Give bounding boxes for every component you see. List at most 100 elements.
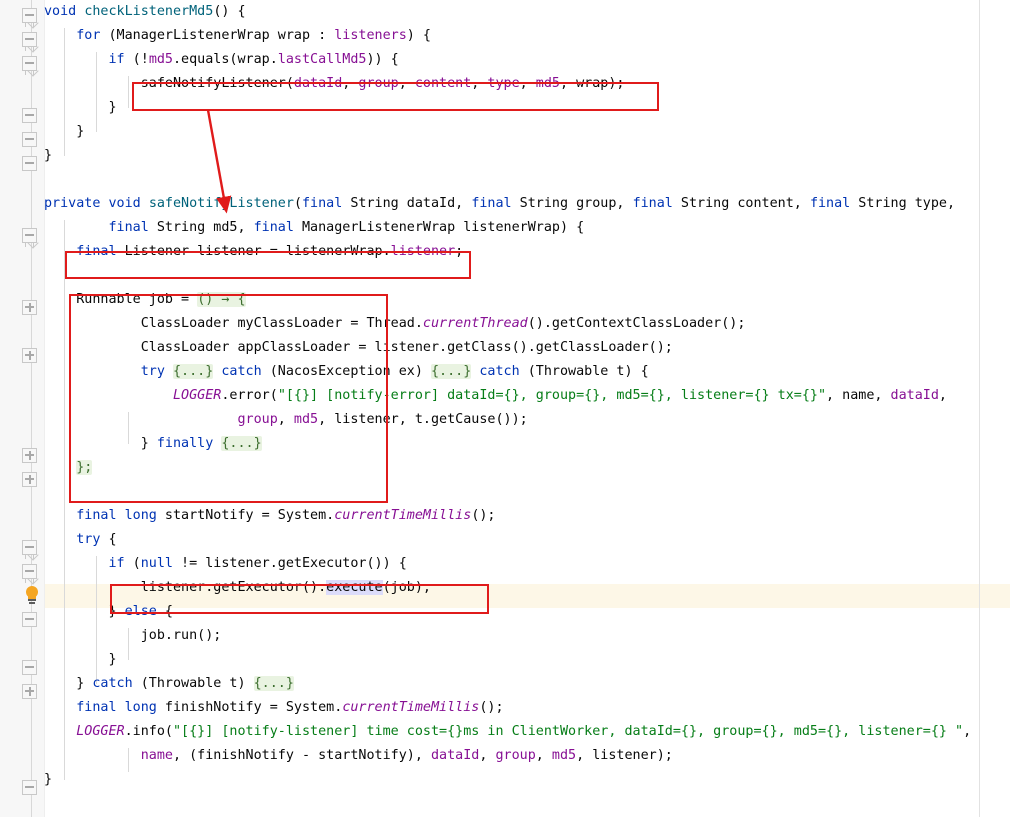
code-line-text: name, (finishNotify - startNotify), data… (140, 748, 673, 763)
code-line[interactable]: LOGGER.info("[{}] [notify-listener] time… (44, 720, 1010, 744)
code-line-text: Runnable job = () → { (44, 292, 246, 307)
fold-collapse-icon[interactable] (22, 612, 41, 631)
fold-region-tip (25, 70, 34, 75)
code-line[interactable]: if (null != listener.getExecutor()) { (44, 552, 1010, 576)
code-line-text: final String md5, final ManagerListenerW… (108, 220, 585, 235)
bulb-base-upper (28, 599, 36, 601)
code-line-text: ClassLoader appClassLoader = listener.ge… (44, 340, 673, 355)
fold-plus-bar (28, 350, 31, 360)
fold-expand-icon[interactable] (22, 348, 41, 367)
fold-collapse-icon[interactable] (22, 56, 41, 75)
fold-collapse-icon[interactable] (22, 32, 41, 51)
fold-plus-bar (28, 302, 31, 312)
fold-collapse-icon[interactable] (22, 132, 41, 151)
code-line-text: } (44, 124, 85, 139)
editor-gutter[interactable] (0, 0, 45, 817)
fold-plus-bar (28, 450, 31, 460)
code-line[interactable]: } catch (Throwable t) {...} (44, 672, 1010, 696)
code-line[interactable]: safeNotifyListener(dataId, group, conten… (44, 72, 1010, 96)
code-line-text: final long startNotify = System.currentT… (76, 508, 496, 523)
fold-plus-bar (28, 686, 31, 696)
fold-expand-icon[interactable] (22, 472, 41, 491)
code-line[interactable]: } else { (44, 600, 1010, 624)
fold-region-tip (25, 22, 34, 27)
fold-plus-bar (28, 474, 31, 484)
code-line[interactable]: final String md5, final ManagerListenerW… (44, 216, 1010, 240)
code-line[interactable]: for (ManagerListenerWrap wrap : listener… (44, 24, 1010, 48)
code-line-text: safeNotifyListener(dataId, group, conten… (44, 76, 625, 91)
code-line-text: final Listener listener = listenerWrap.l… (76, 244, 464, 259)
code-content[interactable]: void checkListenerMd5() { for (ManagerLi… (44, 0, 1010, 817)
fold-expand-icon[interactable] (22, 684, 41, 703)
code-line[interactable]: } (44, 768, 1010, 792)
fold-region-tip (25, 46, 34, 51)
fold-minus (25, 162, 34, 164)
code-line[interactable]: final long startNotify = System.currentT… (44, 504, 1010, 528)
code-editor[interactable]: void checkListenerMd5() { for (ManagerLi… (0, 0, 1010, 817)
fold-collapse-icon[interactable] (22, 8, 41, 27)
code-line[interactable] (44, 480, 1010, 504)
code-line-text: try { (76, 532, 117, 547)
code-line[interactable]: }; (44, 456, 1010, 480)
code-line-text: if (null != listener.getExecutor()) { (108, 556, 407, 571)
fold-collapse-icon[interactable] (22, 228, 41, 247)
code-line-text: LOGGER.error("[{}] [notify-error] dataId… (173, 388, 947, 403)
code-line-text: } catch (Throwable t) {...} (44, 676, 294, 691)
intention-bulb-icon[interactable] (24, 586, 40, 604)
code-line-text: }; (76, 460, 93, 475)
code-line[interactable]: final long finishNotify = System.current… (44, 696, 1010, 720)
code-line[interactable]: name, (finishNotify - startNotify), data… (44, 744, 1010, 768)
code-line[interactable]: } (44, 96, 1010, 120)
code-line[interactable]: ClassLoader appClassLoader = listener.ge… (44, 336, 1010, 360)
code-line[interactable]: try { (44, 528, 1010, 552)
fold-collapse-icon[interactable] (22, 780, 41, 799)
code-line[interactable] (44, 168, 1010, 192)
code-line-text: group, md5, listener, t.getCause()); (237, 412, 528, 427)
code-line-text: if (!md5.equals(wrap.lastCallMd5)) { (108, 52, 399, 67)
fold-collapse-icon[interactable] (22, 108, 41, 127)
fold-minus (25, 62, 34, 64)
fold-minus (25, 546, 34, 548)
code-line[interactable]: } (44, 144, 1010, 168)
code-line[interactable]: job.run(); (44, 624, 1010, 648)
fold-minus (25, 786, 34, 788)
fold-minus (25, 38, 34, 40)
code-line[interactable]: Runnable job = () → { (44, 288, 1010, 312)
code-line[interactable]: } (44, 648, 1010, 672)
fold-region-tip (25, 578, 34, 583)
code-line[interactable] (44, 264, 1010, 288)
code-line-text: } (44, 100, 117, 115)
code-line[interactable]: listener.getExecutor().execute(job); (44, 576, 1010, 600)
code-line[interactable]: group, md5, listener, t.getCause()); (44, 408, 1010, 432)
code-line-text: } finally {...} (44, 436, 262, 451)
fold-expand-icon[interactable] (22, 300, 41, 319)
fold-region-tip (25, 242, 34, 247)
code-line-text: ClassLoader myClassLoader = Thread.curre… (44, 316, 746, 331)
fold-minus (25, 570, 34, 572)
code-line[interactable]: } (44, 120, 1010, 144)
fold-collapse-icon[interactable] (22, 564, 41, 583)
fold-collapse-icon[interactable] (22, 156, 41, 175)
code-line[interactable]: LOGGER.error("[{}] [notify-error] dataId… (44, 384, 1010, 408)
code-line-text: job.run(); (44, 628, 222, 643)
code-line[interactable]: if (!md5.equals(wrap.lastCallMd5)) { (44, 48, 1010, 72)
code-line-text: } (44, 772, 53, 787)
code-line[interactable]: ClassLoader myClassLoader = Thread.curre… (44, 312, 1010, 336)
code-line-text: LOGGER.info("[{}] [notify-listener] time… (76, 724, 972, 739)
fold-collapse-icon[interactable] (22, 540, 41, 559)
code-line-text: } else { (44, 604, 173, 619)
code-line[interactable]: private void safeNotifyListener(final St… (44, 192, 1010, 216)
code-line-text: final long finishNotify = System.current… (76, 700, 504, 715)
fold-minus (25, 618, 34, 620)
fold-expand-icon[interactable] (22, 448, 41, 467)
code-line[interactable]: } finally {...} (44, 432, 1010, 456)
code-line[interactable]: try {...} catch (NacosException ex) {...… (44, 360, 1010, 384)
code-line-text: private void safeNotifyListener(final St… (44, 196, 956, 211)
code-line-text: } (44, 148, 53, 163)
code-line[interactable]: final Listener listener = listenerWrap.l… (44, 240, 1010, 264)
fold-collapse-icon[interactable] (22, 660, 41, 679)
code-line-text: listener.getExecutor().execute(job); (44, 580, 431, 595)
fold-minus (25, 666, 34, 668)
code-line[interactable]: void checkListenerMd5() { (44, 0, 1010, 24)
fold-minus (25, 114, 34, 116)
